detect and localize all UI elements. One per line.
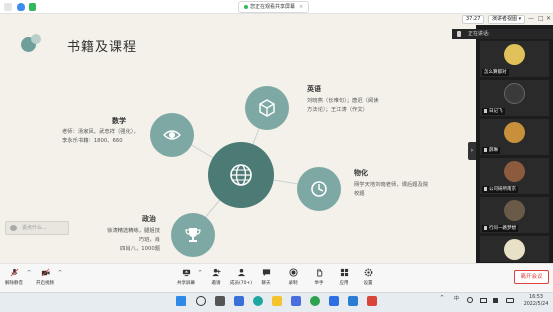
settings-icon — [364, 268, 372, 277]
participant-name: 日记飞 — [482, 108, 505, 115]
topic-desc-english: 刘晓燕（长难句）；唐迟（阅读 方法论）；王江涛（作文） — [307, 98, 379, 113]
chat-icon — [262, 269, 270, 277]
settings-button[interactable]: 设置 — [357, 268, 379, 290]
windows-start-icon[interactable] — [176, 296, 186, 306]
share-options-caret[interactable]: ^ — [198, 270, 202, 276]
participant-tile[interactable]: 薛琳 — [480, 119, 549, 155]
participant-name: 怎么算都对 — [482, 69, 509, 76]
topic-circle-politics — [171, 213, 215, 257]
raise-hand-icon — [316, 268, 322, 277]
language-icon[interactable] — [467, 297, 473, 303]
topic-title-physchem: 物化 — [354, 169, 368, 177]
topic-title-politics: 政治 — [142, 215, 156, 223]
share-screen-icon — [182, 269, 190, 277]
topic-desc-math: 老师：汤家凤、武忠祥（强化）， 李永乐书籍：1800、660 — [62, 129, 139, 144]
topic-title-math: 数学 — [112, 117, 126, 125]
chat-button[interactable]: 聊天 — [255, 268, 277, 290]
record-icon — [288, 268, 298, 277]
audio-options-caret[interactable]: ^ — [27, 270, 31, 276]
avatar — [504, 44, 525, 65]
word-icon[interactable] — [348, 296, 358, 306]
apps-icon — [340, 268, 348, 277]
network-icon[interactable] — [480, 298, 487, 303]
wechat-icon[interactable] — [310, 296, 320, 306]
participant-tile[interactable]: 怎么算都对 — [480, 41, 549, 77]
share-screen-button[interactable]: 共享屏幕 — [175, 268, 197, 290]
participant-name: 公司研所南京 — [482, 186, 518, 193]
avatar — [504, 161, 525, 182]
search-icon[interactable] — [196, 296, 206, 306]
participant-tile[interactable]: 行问一路梦想 — [480, 197, 549, 233]
box-icon — [259, 99, 275, 117]
speaking-indicator: 正在讲话: — [452, 29, 553, 39]
globe-icon — [230, 164, 252, 186]
chat-bubble-icon — [10, 225, 17, 231]
floating-chat-input[interactable]: 说点什么... — [5, 221, 69, 235]
clock-icon — [311, 181, 327, 197]
topic-circle-physchem — [297, 167, 341, 211]
file-explorer-icon[interactable] — [272, 296, 282, 306]
app-window: 您正在观看共享屏幕 × 37:27 演讲者视图 ▾ — □ ✕ 书籍及课程 英语… — [0, 0, 553, 312]
mic-muted-icon — [484, 147, 487, 152]
participant-tile[interactable]: 日记飞 — [480, 80, 549, 116]
system-clock[interactable]: 16:53 2022/5/24 — [520, 294, 552, 308]
trophy-icon — [185, 228, 201, 242]
participant-name: 薛琳 — [482, 147, 500, 154]
topic-desc-physchem: 网学天地刘晓老师，课后题及院 校题 — [354, 182, 429, 197]
unmute-button[interactable]: 解除静音 — [3, 268, 25, 290]
panel-collapse-toggle[interactable]: › — [468, 142, 476, 160]
leave-meeting-button[interactable]: 离开会议 — [514, 270, 549, 284]
members-button[interactable]: 成员(70+) — [230, 268, 252, 290]
topic-circle-math — [150, 113, 194, 157]
mic-muted-icon — [484, 225, 487, 230]
mic-muted-icon — [10, 268, 18, 277]
participant-tile[interactable] — [480, 236, 549, 262]
video-options-caret[interactable]: ^ — [58, 270, 62, 276]
apps-button[interactable]: 应用 — [333, 268, 355, 290]
tencent-meeting-icon[interactable] — [329, 296, 339, 306]
members-icon — [237, 268, 245, 277]
ime-indicator[interactable]: 中 — [454, 295, 459, 302]
tray-overflow-icon[interactable]: ^ — [440, 295, 444, 301]
avatar — [504, 239, 525, 260]
mic-muted-icon — [484, 108, 487, 113]
topic-desc-politics: 徐涛精选精练，腿姐技巧班，肖 四肖八，1000题 — [107, 228, 160, 252]
volume-icon[interactable] — [493, 298, 498, 303]
app-icon[interactable] — [367, 296, 377, 306]
mic-icon — [457, 31, 461, 37]
participant-tile[interactable]: 公司研所南京 — [480, 158, 549, 194]
eye-icon — [162, 130, 182, 140]
center-hub — [208, 142, 274, 208]
avatar — [504, 200, 525, 221]
record-button[interactable]: 录制 — [282, 268, 304, 290]
camera-off-icon — [41, 268, 50, 277]
mic-muted-icon — [484, 186, 487, 191]
avatar — [504, 122, 525, 143]
edge-browser-icon[interactable] — [253, 296, 263, 306]
avatar — [504, 83, 525, 104]
participant-name: 行问一路梦想 — [482, 225, 518, 232]
store-icon[interactable] — [291, 296, 301, 306]
invite-icon — [211, 268, 221, 277]
topic-title-english: 英语 — [307, 85, 321, 93]
battery-icon[interactable] — [506, 298, 514, 303]
widgets-icon[interactable] — [234, 296, 244, 306]
start-video-button[interactable]: 开启视频 — [34, 268, 56, 290]
invite-button[interactable]: 邀请 — [205, 268, 227, 290]
raise-hand-button[interactable]: 举手 — [308, 268, 330, 290]
topic-circle-english — [245, 86, 289, 130]
task-view-icon[interactable] — [215, 296, 225, 306]
